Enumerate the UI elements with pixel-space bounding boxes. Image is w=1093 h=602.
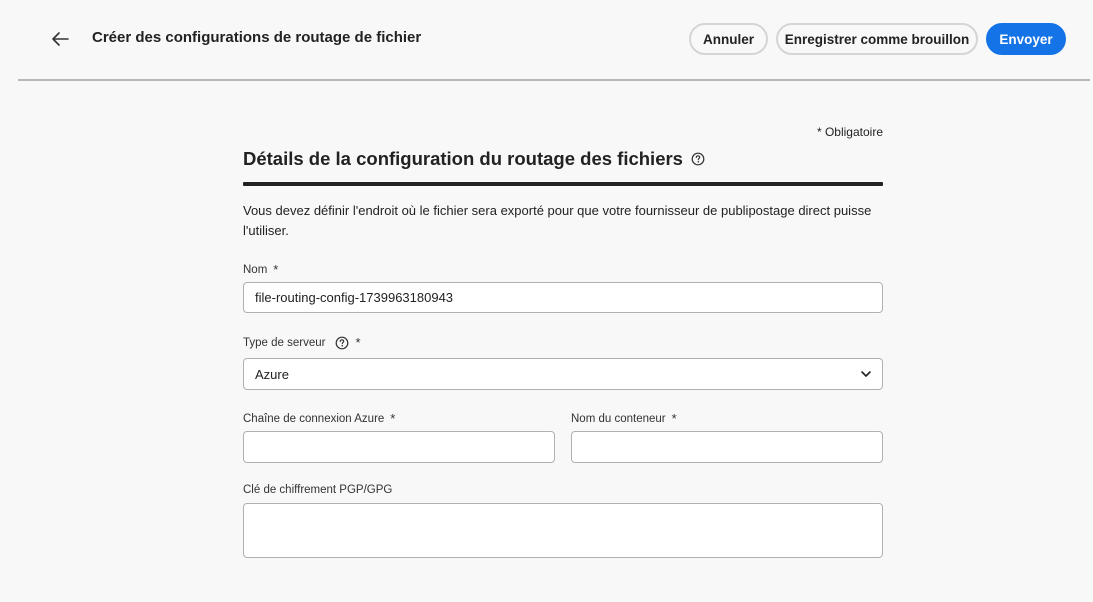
required-asterisk: * bbox=[390, 411, 396, 426]
azure-connection-input[interactable] bbox=[243, 431, 555, 463]
pgp-key-label-text: Clé de chiffrement PGP/GPG bbox=[243, 484, 393, 496]
send-button[interactable]: Envoyer bbox=[986, 23, 1066, 55]
required-asterisk: * bbox=[671, 411, 677, 426]
arrow-left-icon bbox=[52, 32, 69, 46]
required-asterisk: * bbox=[273, 262, 279, 277]
section-title-text: Détails de la configuration du routage d… bbox=[243, 148, 683, 169]
section-title: Détails de la configuration du routage d… bbox=[243, 148, 705, 170]
azure-connection-label: Chaîne de connexion Azure * bbox=[243, 411, 395, 426]
name-label-text: Nom bbox=[243, 263, 268, 276]
pgp-key-textarea[interactable] bbox=[243, 503, 883, 558]
server-type-value: Azure bbox=[255, 366, 289, 382]
container-name-label: Nom du conteneur * bbox=[571, 411, 677, 426]
server-type-select[interactable]: Azure bbox=[243, 358, 883, 390]
server-type-label: Type de serveur * bbox=[243, 335, 361, 350]
page-title: Créer des configurations de routage de f… bbox=[92, 29, 422, 46]
pgp-key-label: Clé de chiffrement PGP/GPG bbox=[243, 484, 392, 496]
chevron-down-icon bbox=[861, 371, 871, 377]
header-bar: Créer des configurations de routage de f… bbox=[0, 0, 1093, 80]
container-name-input[interactable] bbox=[571, 431, 883, 463]
section-title-underline bbox=[243, 182, 883, 186]
container-name-label-text: Nom du conteneur bbox=[571, 412, 666, 425]
server-type-label-text: Type de serveur bbox=[243, 336, 326, 349]
section-description: Vous devez définir l'endroit où le fichi… bbox=[243, 203, 872, 238]
server-type-help-icon[interactable] bbox=[335, 336, 349, 350]
cancel-button[interactable]: Annuler bbox=[689, 23, 768, 55]
required-asterisk: * bbox=[355, 335, 361, 350]
help-icon[interactable] bbox=[691, 152, 705, 166]
azure-connection-label-text: Chaîne de connexion Azure bbox=[243, 412, 385, 425]
back-button[interactable] bbox=[46, 26, 74, 52]
name-label: Nom * bbox=[243, 262, 278, 277]
header-divider bbox=[18, 79, 1090, 81]
required-note: * Obligatoire bbox=[816, 125, 883, 139]
name-input[interactable]: file-routing-config-1739963180943 bbox=[243, 282, 883, 313]
save-draft-button[interactable]: Enregistrer comme brouillon bbox=[776, 23, 978, 55]
